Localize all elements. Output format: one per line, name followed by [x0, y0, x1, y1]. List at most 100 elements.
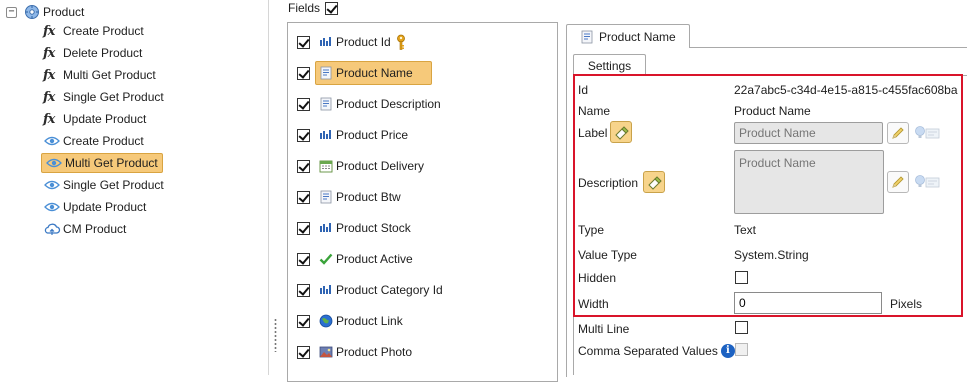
tree-item-label: Multi Get Product: [63, 68, 156, 82]
tree-item-multi-get-product-function[interactable]: fx Multi Get Product: [40, 65, 159, 85]
tree-item-delete-product-function[interactable]: fx Delete Product: [40, 43, 145, 63]
tree-root-label: Product: [43, 5, 85, 19]
field-row-product-delivery[interactable]: Product Delivery: [297, 154, 428, 178]
number-field-icon: [320, 285, 331, 294]
field-row-product-btw[interactable]: Product Btw: [297, 185, 405, 209]
tree-item-label: Delete Product: [63, 46, 143, 60]
field-checkbox[interactable]: [297, 345, 310, 359]
edit-label-button[interactable]: [887, 122, 909, 144]
fields-select-all-checkbox[interactable]: [325, 1, 339, 15]
image-field-icon: [319, 346, 333, 358]
tab-settings[interactable]: Settings: [573, 54, 646, 76]
field-checkbox[interactable]: [297, 252, 310, 266]
eraser-icon: [615, 126, 629, 140]
field-label: Product Description: [336, 97, 441, 111]
width-input[interactable]: [734, 292, 882, 314]
tree-item-update-product-function[interactable]: fx Update Product: [40, 109, 149, 129]
multi-line-label: Multi Line: [578, 322, 630, 336]
field-label: Product Delivery: [336, 159, 425, 173]
fx-icon: fx: [43, 45, 55, 61]
description-input[interactable]: [734, 150, 884, 214]
csv-label: Comma Separated Values: [578, 344, 718, 358]
field-row-product-category-id[interactable]: Product Category Id: [297, 278, 447, 302]
eye-icon: [44, 136, 60, 146]
field-item[interactable]: Product Photo: [315, 340, 416, 364]
field-checkbox[interactable]: [297, 221, 310, 235]
field-checkbox[interactable]: [297, 66, 310, 80]
field-item[interactable]: Product Stock: [315, 216, 415, 240]
text-field-icon: [320, 190, 332, 204]
tree-item-update-product-view[interactable]: Update Product: [40, 197, 149, 217]
field-checkbox[interactable]: [297, 314, 310, 328]
id-label: Id: [578, 83, 589, 97]
tree-item-create-product-function[interactable]: fx Create Product: [40, 21, 147, 41]
tab-product-name[interactable]: Product Name: [566, 24, 690, 48]
field-label: Product Price: [336, 128, 409, 142]
tree-item-single-get-product-function[interactable]: fx Single Get Product: [40, 87, 167, 107]
tree-item-create-product-view[interactable]: Create Product: [40, 131, 147, 151]
description-label: Description: [578, 176, 639, 190]
field-item[interactable]: Product Name: [315, 61, 432, 85]
number-field-icon: [320, 130, 331, 139]
multi-line-checkbox[interactable]: [735, 321, 748, 334]
field-checkbox[interactable]: [297, 190, 310, 204]
tree-item-multi-get-product-view[interactable]: Multi Get Product: [41, 153, 163, 173]
product-tree: − Product fx Create Product fx Delete Pr…: [0, 0, 268, 375]
translate-label-button[interactable]: [610, 121, 632, 143]
field-label: Product Link: [336, 314, 403, 328]
field-checkbox[interactable]: [297, 35, 310, 49]
tree-item-label: Create Product: [63, 24, 144, 38]
fx-icon: fx: [43, 111, 55, 127]
field-label: Product Btw: [336, 190, 401, 204]
translate-description-button[interactable]: [643, 171, 665, 193]
field-item[interactable]: Product Btw: [315, 185, 405, 209]
field-row-product-stock[interactable]: Product Stock: [297, 216, 415, 240]
field-row-product-description[interactable]: Product Description: [297, 92, 445, 116]
field-checkbox[interactable]: [297, 128, 310, 142]
field-checkbox[interactable]: [297, 97, 310, 111]
csv-checkbox: [735, 343, 748, 356]
tree-root-product[interactable]: − Product: [6, 3, 84, 21]
edit-description-button[interactable]: [887, 171, 909, 193]
field-item[interactable]: Product Id: [315, 30, 411, 54]
tree-item-label: Update Product: [63, 200, 147, 214]
field-row-product-active[interactable]: Product Active: [297, 247, 417, 271]
field-label: Product Active: [336, 252, 413, 266]
label-input[interactable]: [734, 122, 883, 144]
field-row-product-photo[interactable]: Product Photo: [297, 340, 416, 364]
tree-item-single-get-product-view[interactable]: Single Get Product: [40, 175, 167, 195]
splitter-handle[interactable]: [274, 318, 277, 352]
collapse-icon[interactable]: −: [6, 6, 17, 18]
info-icon[interactable]: i: [720, 344, 735, 358]
tree-item-label: Single Get Product: [63, 178, 164, 192]
field-item[interactable]: Product Link: [315, 309, 407, 333]
field-label: Product Photo: [336, 345, 413, 359]
field-item[interactable]: Product Description: [315, 92, 445, 116]
tree-item-cm-product[interactable]: CM Product: [40, 219, 129, 239]
hidden-checkbox[interactable]: [735, 271, 748, 284]
field-item[interactable]: Product Delivery: [315, 154, 428, 178]
eye-icon: [44, 180, 60, 190]
subtab-gap: [574, 75, 645, 76]
field-item[interactable]: Product Price: [315, 123, 412, 147]
field-row-product-name[interactable]: Product Name: [297, 61, 432, 85]
text-field-icon: [320, 97, 332, 111]
field-row-product-price[interactable]: Product Price: [297, 123, 412, 147]
number-field-icon: [320, 37, 331, 46]
tab-label: Product Name: [599, 29, 676, 44]
width-label: Width: [578, 297, 609, 311]
type-value: Text: [734, 223, 757, 237]
tree-item-label: Update Product: [63, 112, 147, 126]
value-type-value: System.String: [734, 248, 809, 262]
field-row-product-id[interactable]: Product Id: [297, 30, 411, 54]
field-checkbox[interactable]: [297, 159, 310, 173]
field-checkbox[interactable]: [297, 283, 310, 297]
field-item[interactable]: Product Active: [315, 247, 417, 271]
field-label: Product Stock: [336, 221, 411, 235]
field-item[interactable]: Product Category Id: [315, 278, 447, 302]
field-row-product-link[interactable]: Product Link: [297, 309, 407, 333]
tree-item-label: Create Product: [63, 134, 144, 148]
fields-header-label: Fields: [288, 1, 321, 15]
fx-icon: fx: [43, 23, 55, 39]
key-icon: [396, 34, 405, 50]
